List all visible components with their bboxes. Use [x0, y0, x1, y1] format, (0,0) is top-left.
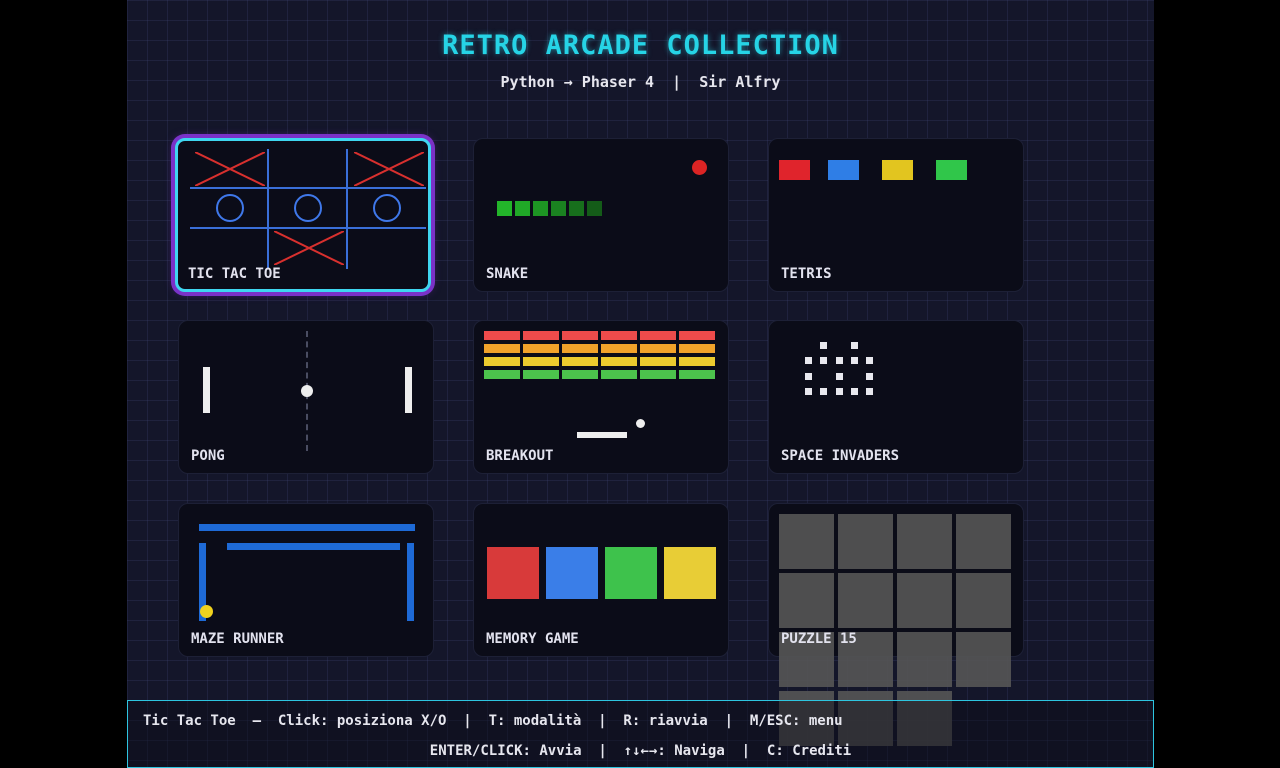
- game-card-breakout[interactable]: BREAKOUT: [473, 320, 729, 474]
- brick: [601, 344, 637, 353]
- game-card-label: MAZE RUNNER: [191, 631, 284, 647]
- x-mark-icon: [354, 152, 424, 186]
- brick: [640, 344, 676, 353]
- left-paddle: [203, 367, 210, 413]
- brick: [640, 357, 676, 366]
- brick: [523, 344, 559, 353]
- game-card-maze-runner[interactable]: MAZE RUNNER: [178, 503, 434, 657]
- puzzle-tile: [956, 514, 1011, 569]
- right-paddle: [405, 367, 412, 413]
- brick: [523, 357, 559, 366]
- brick: [484, 357, 520, 366]
- game-card-label: PUZZLE 15: [781, 631, 857, 647]
- o-mark-icon: [216, 194, 244, 222]
- brick: [679, 357, 715, 366]
- brick: [679, 370, 715, 379]
- puzzle-tile: [956, 632, 1011, 687]
- game-card-puzzle-15[interactable]: PUZZLE 15: [768, 503, 1024, 746]
- game-card-label: TETRIS: [781, 266, 832, 282]
- puzzle-tile: [956, 573, 1011, 628]
- page-subtitle: Python → Phaser 4 | Sir Alfry: [500, 73, 781, 91]
- puzzle-tile: [779, 514, 834, 569]
- game-card-snake[interactable]: SNAKE: [473, 138, 729, 292]
- food-icon: [692, 160, 707, 175]
- brick: [601, 357, 637, 366]
- ball-icon: [301, 385, 313, 397]
- game-canvas[interactable]: RETRO ARCADE COLLECTION Python → Phaser …: [127, 0, 1154, 768]
- x-mark-icon: [195, 152, 265, 186]
- brick: [601, 370, 637, 379]
- brick: [679, 331, 715, 340]
- brick: [484, 370, 520, 379]
- brick: [562, 357, 598, 366]
- brick: [523, 331, 559, 340]
- brick: [523, 370, 559, 379]
- puzzle-tile: [897, 632, 952, 687]
- brick: [562, 370, 598, 379]
- puzzle-tile: [779, 573, 834, 628]
- breakout-paddle: [577, 432, 627, 438]
- game-card-memory-game[interactable]: MEMORY GAME: [473, 503, 729, 657]
- help-controls: Tic Tac Toe — Click: posiziona X/O | T: …: [143, 713, 843, 729]
- ball-icon: [636, 419, 645, 428]
- brick: [640, 331, 676, 340]
- brick: [640, 370, 676, 379]
- brick: [562, 344, 598, 353]
- game-card-label: MEMORY GAME: [486, 631, 579, 647]
- brick: [601, 331, 637, 340]
- puzzle-tile: [897, 514, 952, 569]
- game-card-pong[interactable]: PONG: [178, 320, 434, 474]
- game-card-tetris[interactable]: TETRIS: [768, 138, 1024, 292]
- player-icon: [200, 605, 213, 618]
- puzzle-tile: [838, 514, 893, 569]
- game-card-space-invaders[interactable]: SPACE INVADERS: [768, 320, 1024, 474]
- game-card-tic-tac-toe[interactable]: TIC TAC TOE: [175, 138, 431, 292]
- game-card-label: BREAKOUT: [486, 448, 554, 464]
- puzzle-tile: [897, 573, 952, 628]
- game-card-label: PONG: [191, 448, 225, 464]
- game-card-label: SNAKE: [486, 266, 529, 282]
- game-card-label: SPACE INVADERS: [781, 448, 900, 464]
- help-bar: Tic Tac Toe — Click: posiziona X/O | T: …: [127, 700, 1154, 768]
- x-mark-icon: [274, 231, 344, 265]
- brick: [679, 344, 715, 353]
- brick: [484, 331, 520, 340]
- game-card-label: TIC TAC TOE: [188, 266, 281, 282]
- page-title: RETRO ARCADE COLLECTION: [442, 30, 839, 61]
- puzzle-tile: [838, 573, 893, 628]
- brick: [484, 344, 520, 353]
- help-navigation: ENTER/CLICK: Avvia | ↑↓←→: Naviga | C: C…: [429, 743, 852, 759]
- brick: [562, 331, 598, 340]
- o-mark-icon: [294, 194, 322, 222]
- o-mark-icon: [373, 194, 401, 222]
